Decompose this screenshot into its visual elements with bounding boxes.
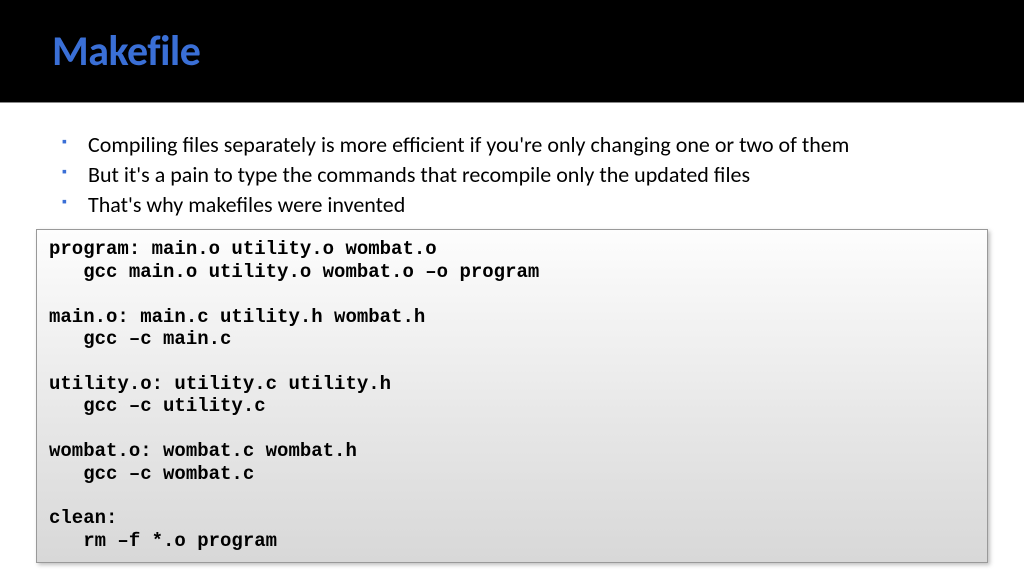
code-block: program: main.o utility.o wombat.o gcc m…	[36, 229, 988, 563]
bullet-list: Compiling files separately is more effic…	[52, 131, 972, 219]
slide-header: Makefile	[0, 0, 1024, 103]
bullet-item: That's why makefiles were invented	[52, 191, 972, 219]
bullet-item: But it's a pain to type the commands tha…	[52, 161, 972, 189]
slide-content: Compiling files separately is more effic…	[0, 103, 1024, 563]
bullet-item: Compiling files separately is more effic…	[52, 131, 972, 159]
slide-title: Makefile	[52, 26, 200, 77]
